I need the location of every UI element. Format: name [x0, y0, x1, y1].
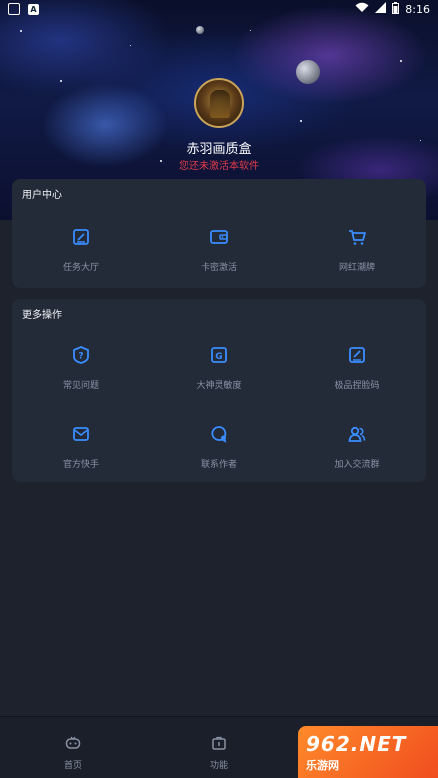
faq-button[interactable]: ? 常见问题	[12, 345, 150, 391]
mail-icon	[71, 424, 91, 448]
trend-brand-label: 网红潮牌	[338, 263, 375, 273]
task-icon	[71, 227, 91, 251]
faq-label: 常见问题	[62, 381, 99, 391]
official-kuaishou-label: 官方快手	[62, 460, 99, 470]
sensitivity-button[interactable]: G 大神灵敏度	[150, 345, 288, 391]
app-name: 赤羽画质盒	[186, 142, 252, 157]
question-icon: ?	[71, 345, 91, 369]
more-actions-card: 更多操作 ? 常见问题 G 大神灵敏度 极品捏脸码 官方快手 联系作者 加入交流…	[12, 299, 426, 482]
sensitivity-label: 大神灵敏度	[196, 381, 242, 391]
toolbox-icon	[211, 735, 227, 755]
edit-icon	[347, 345, 367, 369]
chat-icon	[209, 424, 229, 448]
contact-author-label: 联系作者	[200, 460, 237, 470]
user-center-title: 用户中心	[22, 190, 62, 201]
avatar[interactable]	[194, 78, 244, 128]
battery-icon	[392, 1, 400, 17]
svg-text:?: ?	[78, 352, 83, 362]
signal-icon	[375, 2, 387, 16]
app-notification-icon: A	[28, 3, 39, 15]
cart-icon	[347, 227, 367, 251]
tab-home-label: 首页	[63, 761, 82, 771]
card-activate-button[interactable]: 卡密激活	[150, 227, 288, 273]
group-icon	[347, 424, 367, 448]
face-code-label: 极品捏脸码	[334, 381, 380, 391]
more-actions-title: 更多操作	[22, 310, 62, 321]
tab-home[interactable]: 首页	[43, 735, 103, 771]
notification-icon	[8, 3, 20, 15]
task-hall-button[interactable]: 任务大厅	[12, 227, 150, 273]
status-time: 8:16	[405, 2, 430, 16]
activation-status: 您还未激活本软件	[179, 161, 259, 172]
user-center-card: 用户中心 任务大厅 卡密激活 网红潮牌	[12, 179, 426, 288]
official-kuaishou-button[interactable]: 官方快手	[12, 424, 150, 470]
svg-text:G: G	[215, 352, 222, 362]
site-watermark: 962.NET 乐游网	[298, 726, 438, 778]
task-hall-label: 任务大厅	[62, 263, 99, 273]
wifi-icon	[355, 2, 369, 16]
planet-decoration	[296, 60, 320, 84]
join-group-label: 加入交流群	[334, 460, 380, 470]
tab-features[interactable]: 功能	[189, 735, 249, 771]
watermark-site-name: 乐游网	[306, 758, 339, 772]
trend-brand-button[interactable]: 网红潮牌	[288, 227, 426, 273]
card-activate-label: 卡密激活	[200, 263, 237, 273]
watermark-logo-text: 962.NET	[306, 731, 407, 756]
home-icon	[65, 735, 81, 755]
tab-features-label: 功能	[209, 761, 228, 771]
wallet-icon	[209, 227, 229, 251]
status-bar: A 8:16	[0, 0, 438, 18]
face-code-button[interactable]: 极品捏脸码	[288, 345, 426, 391]
g-icon: G	[209, 345, 229, 369]
planet-decoration	[196, 26, 204, 34]
contact-author-button[interactable]: 联系作者	[150, 424, 288, 470]
join-group-button[interactable]: 加入交流群	[288, 424, 426, 470]
